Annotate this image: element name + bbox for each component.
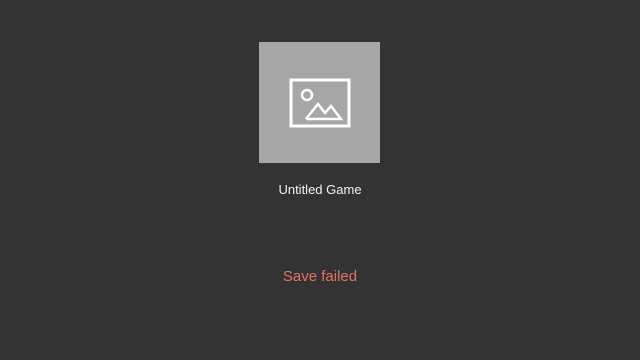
save-status-message: Save failed	[282, 268, 358, 285]
image-placeholder-icon	[289, 78, 351, 128]
game-thumbnail	[259, 42, 380, 163]
save-status-screen: Untitled Game Save failed	[0, 0, 640, 360]
game-title: Untitled Game	[278, 182, 362, 197]
